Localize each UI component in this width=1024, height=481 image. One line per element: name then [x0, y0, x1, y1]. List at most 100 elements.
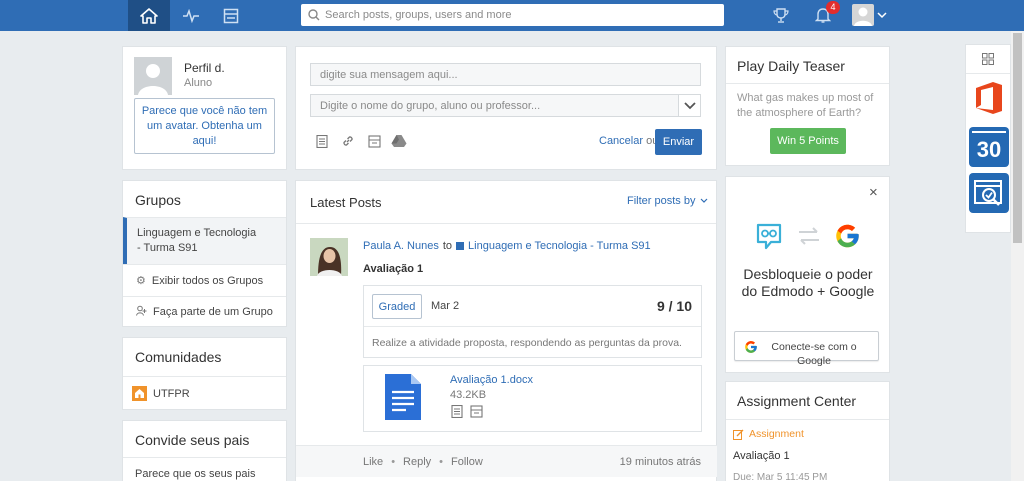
user-avatar[interactable]: [852, 4, 874, 26]
profile-avatar[interactable]: [134, 57, 172, 95]
post-timestamp: 19 minutos atrás: [619, 456, 701, 468]
community-label: UTFPR: [153, 387, 190, 400]
assignment-item-title[interactable]: Avaliação 1: [733, 450, 790, 462]
google-g-icon: [745, 341, 757, 353]
quiz-app-button[interactable]: [969, 173, 1009, 213]
office-icon: [976, 82, 1002, 114]
apps-dock: 30: [965, 44, 1011, 233]
attachment-size: 43.2KB: [450, 389, 487, 401]
attach-link-button[interactable]: [340, 133, 356, 149]
join-group-link[interactable]: Faça parte de um Grupo: [123, 296, 286, 327]
get-avatar-link[interactable]: Parece que você não tem um avatar. Obten…: [134, 98, 275, 154]
attachment-name[interactable]: Avaliação 1.docx: [450, 374, 533, 386]
connect-google-label: Conecte-se com o Google: [771, 341, 857, 367]
feed-title: Latest Posts: [310, 195, 382, 210]
chevron-down-icon: [683, 101, 696, 109]
assignment-score: 9 / 10: [656, 298, 692, 314]
office-app-button[interactable]: [970, 79, 1008, 117]
library-icon[interactable]: [470, 405, 483, 418]
library-icon: [367, 134, 381, 148]
scrollbar-thumb[interactable]: [1013, 33, 1022, 243]
divider: [364, 326, 701, 327]
profile-card: Perfil d. Aluno Parece que você não tem …: [122, 46, 287, 170]
post-author-link[interactable]: Paula A. Nunes: [363, 240, 439, 252]
attachment-card[interactable]: Avaliação 1.docx 43.2KB: [363, 365, 702, 432]
attach-drive-button[interactable]: [391, 133, 407, 149]
post-to-text: to: [442, 240, 453, 252]
activity-icon: [183, 8, 199, 23]
follow-link[interactable]: Follow: [451, 456, 483, 468]
message-input[interactable]: digite sua mensagem aqui...: [310, 63, 701, 86]
assignment-section-label: Assignment: [749, 428, 804, 440]
assignment-card[interactable]: Graded Mar 2 9 / 10 Realize a atividade …: [363, 285, 702, 358]
like-link[interactable]: Like: [363, 456, 383, 468]
sync-arrows-icon: [799, 227, 819, 245]
recipient-input[interactable]: Digite o nome do grupo, aluno ou profess…: [310, 94, 701, 117]
group-color-icon: [456, 242, 465, 250]
page-scrollbar[interactable]: [1011, 31, 1024, 481]
trophy-icon: [773, 8, 789, 23]
google-logo-icon: [836, 224, 859, 248]
post-composer: digite sua mensagem aqui... Digite o nom…: [295, 46, 717, 170]
google-promo-card: × Desbloqueie o poder do Edmodo + Google…: [725, 176, 890, 373]
invite-parents-title: Convide seus pais: [135, 432, 250, 448]
divider: [296, 223, 716, 224]
calendar-number: 30: [976, 137, 1002, 162]
connect-google-button[interactable]: Conecte-se com o Google: [734, 331, 879, 367]
search-bar[interactable]: [301, 4, 724, 26]
google-promo-heading: Desbloqueie o poder do Edmodo + Google: [741, 266, 875, 299]
communities-title: Comunidades: [135, 349, 222, 365]
planner-button[interactable]: [210, 0, 252, 31]
gear-icon: ⚙: [136, 275, 146, 287]
author-avatar[interactable]: [310, 238, 348, 276]
word-document-icon: [385, 374, 421, 420]
document-icon[interactable]: [451, 405, 463, 418]
edit-icon: [733, 429, 744, 440]
win-points-button[interactable]: Win 5 Points: [770, 128, 846, 154]
post-title[interactable]: Avaliação 1: [363, 263, 423, 275]
attach-library-button[interactable]: [366, 133, 382, 149]
recipient-dropdown-button[interactable]: [678, 95, 700, 116]
search-icon: [308, 9, 320, 21]
default-avatar-icon: [138, 64, 168, 95]
chevron-down-icon: [701, 198, 708, 203]
join-group-label: Faça parte de um Grupo: [153, 306, 273, 318]
default-avatar-icon: [854, 7, 872, 26]
filter-posts-dropdown[interactable]: Filter posts by: [627, 195, 708, 207]
cancel-link[interactable]: Cancelar: [599, 135, 643, 147]
notification-count-badge: 4: [826, 1, 840, 14]
google-drive-icon: [391, 135, 407, 147]
teaser-title: Play Daily Teaser: [737, 58, 845, 74]
send-button[interactable]: Enviar: [655, 129, 702, 155]
edmodo-logo-icon: [756, 223, 782, 250]
filter-posts-label: Filter posts by: [627, 195, 696, 207]
group-item-linguagem[interactable]: Linguagem e Tecnologia - Turma S91: [123, 217, 286, 264]
trophy-button[interactable]: [760, 0, 802, 31]
attach-assignment-button[interactable]: [314, 133, 330, 149]
post-group-link[interactable]: Linguagem e Tecnologia - Turma S91: [468, 240, 651, 252]
chevron-down-icon[interactable]: [877, 11, 887, 19]
community-school-icon: [132, 386, 147, 401]
quiz-icon: [974, 180, 1002, 206]
home-button[interactable]: [128, 0, 170, 31]
post-actions-bar: Like • Reply • Follow 19 minutos atrás: [296, 445, 717, 477]
close-button[interactable]: ×: [869, 184, 878, 201]
group-item-label: Linguagem e Tecnologia - Turma S91: [137, 227, 257, 254]
community-item[interactable]: UTFPR: [123, 376, 286, 410]
assignment-due-date: Due: Mar 5 11:45 PM: [733, 472, 828, 481]
daily-teaser-card: Play Daily Teaser What gas makes up most…: [725, 46, 890, 166]
activity-button[interactable]: [170, 0, 212, 31]
profile-name[interactable]: Perfil d.: [184, 61, 225, 75]
home-icon: [140, 7, 158, 24]
join-group-icon: [136, 305, 147, 319]
assignment-section[interactable]: Assignment: [733, 428, 804, 440]
view-all-groups-label: Exibir todos os Grupos: [151, 274, 264, 287]
search-input[interactable]: [325, 9, 705, 21]
apps-grid-button[interactable]: [966, 45, 1010, 74]
invite-parents-card: Convide seus pais Parece que os seus pai…: [122, 420, 287, 481]
calendar-app-button[interactable]: 30: [969, 127, 1009, 167]
apps-grid-icon: [982, 53, 994, 65]
reply-link[interactable]: Reply: [403, 456, 431, 468]
view-all-groups-link[interactable]: ⚙ Exibir todos os Grupos: [123, 264, 286, 296]
assignment-date: Mar 2: [431, 300, 460, 312]
